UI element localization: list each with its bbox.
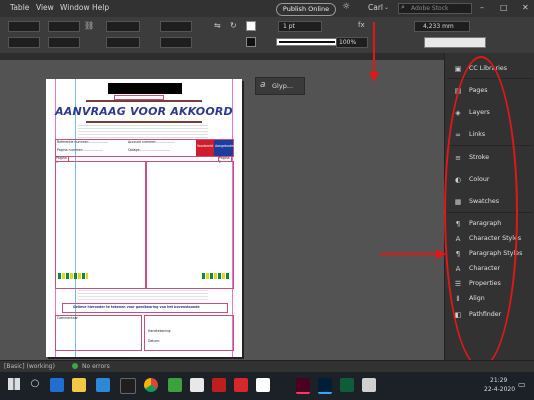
preflight-status[interactable]: No errors — [82, 363, 110, 370]
app-white-icon[interactable] — [190, 378, 204, 392]
mail-icon[interactable] — [96, 378, 110, 392]
windows-start-icon[interactable] — [8, 378, 20, 390]
annotation-arrows — [369, 22, 446, 259]
chrome-icon[interactable] — [144, 378, 158, 392]
photoshop-icon[interactable] — [318, 378, 332, 394]
search-icon[interactable]: ○ — [28, 378, 42, 392]
file-explorer-icon[interactable] — [72, 378, 86, 392]
app-green-icon[interactable] — [168, 378, 182, 392]
status-state[interactable]: [Basic] (working) — [4, 363, 55, 370]
arrow-down-head-icon — [369, 72, 379, 82]
app-light-icon[interactable] — [256, 378, 270, 392]
excel-icon[interactable] — [340, 378, 354, 392]
edge-icon[interactable] — [50, 378, 64, 392]
notification-icon[interactable]: ▭ — [518, 380, 526, 389]
store-icon[interactable] — [120, 378, 136, 394]
indesign-icon[interactable] — [296, 378, 310, 394]
app-grey-icon[interactable] — [362, 378, 376, 392]
app-red-icon[interactable] — [234, 378, 248, 392]
preflight-ok-icon — [72, 363, 78, 369]
acrobat-icon[interactable] — [212, 378, 226, 392]
clock-date[interactable]: 22-4-2020 — [484, 386, 515, 393]
arrow-right-head-icon — [436, 249, 446, 259]
clock-time[interactable]: 21:29 — [490, 377, 507, 384]
windows-taskbar: ○ 21:29 22-4-2020 ▭ — [0, 372, 534, 400]
